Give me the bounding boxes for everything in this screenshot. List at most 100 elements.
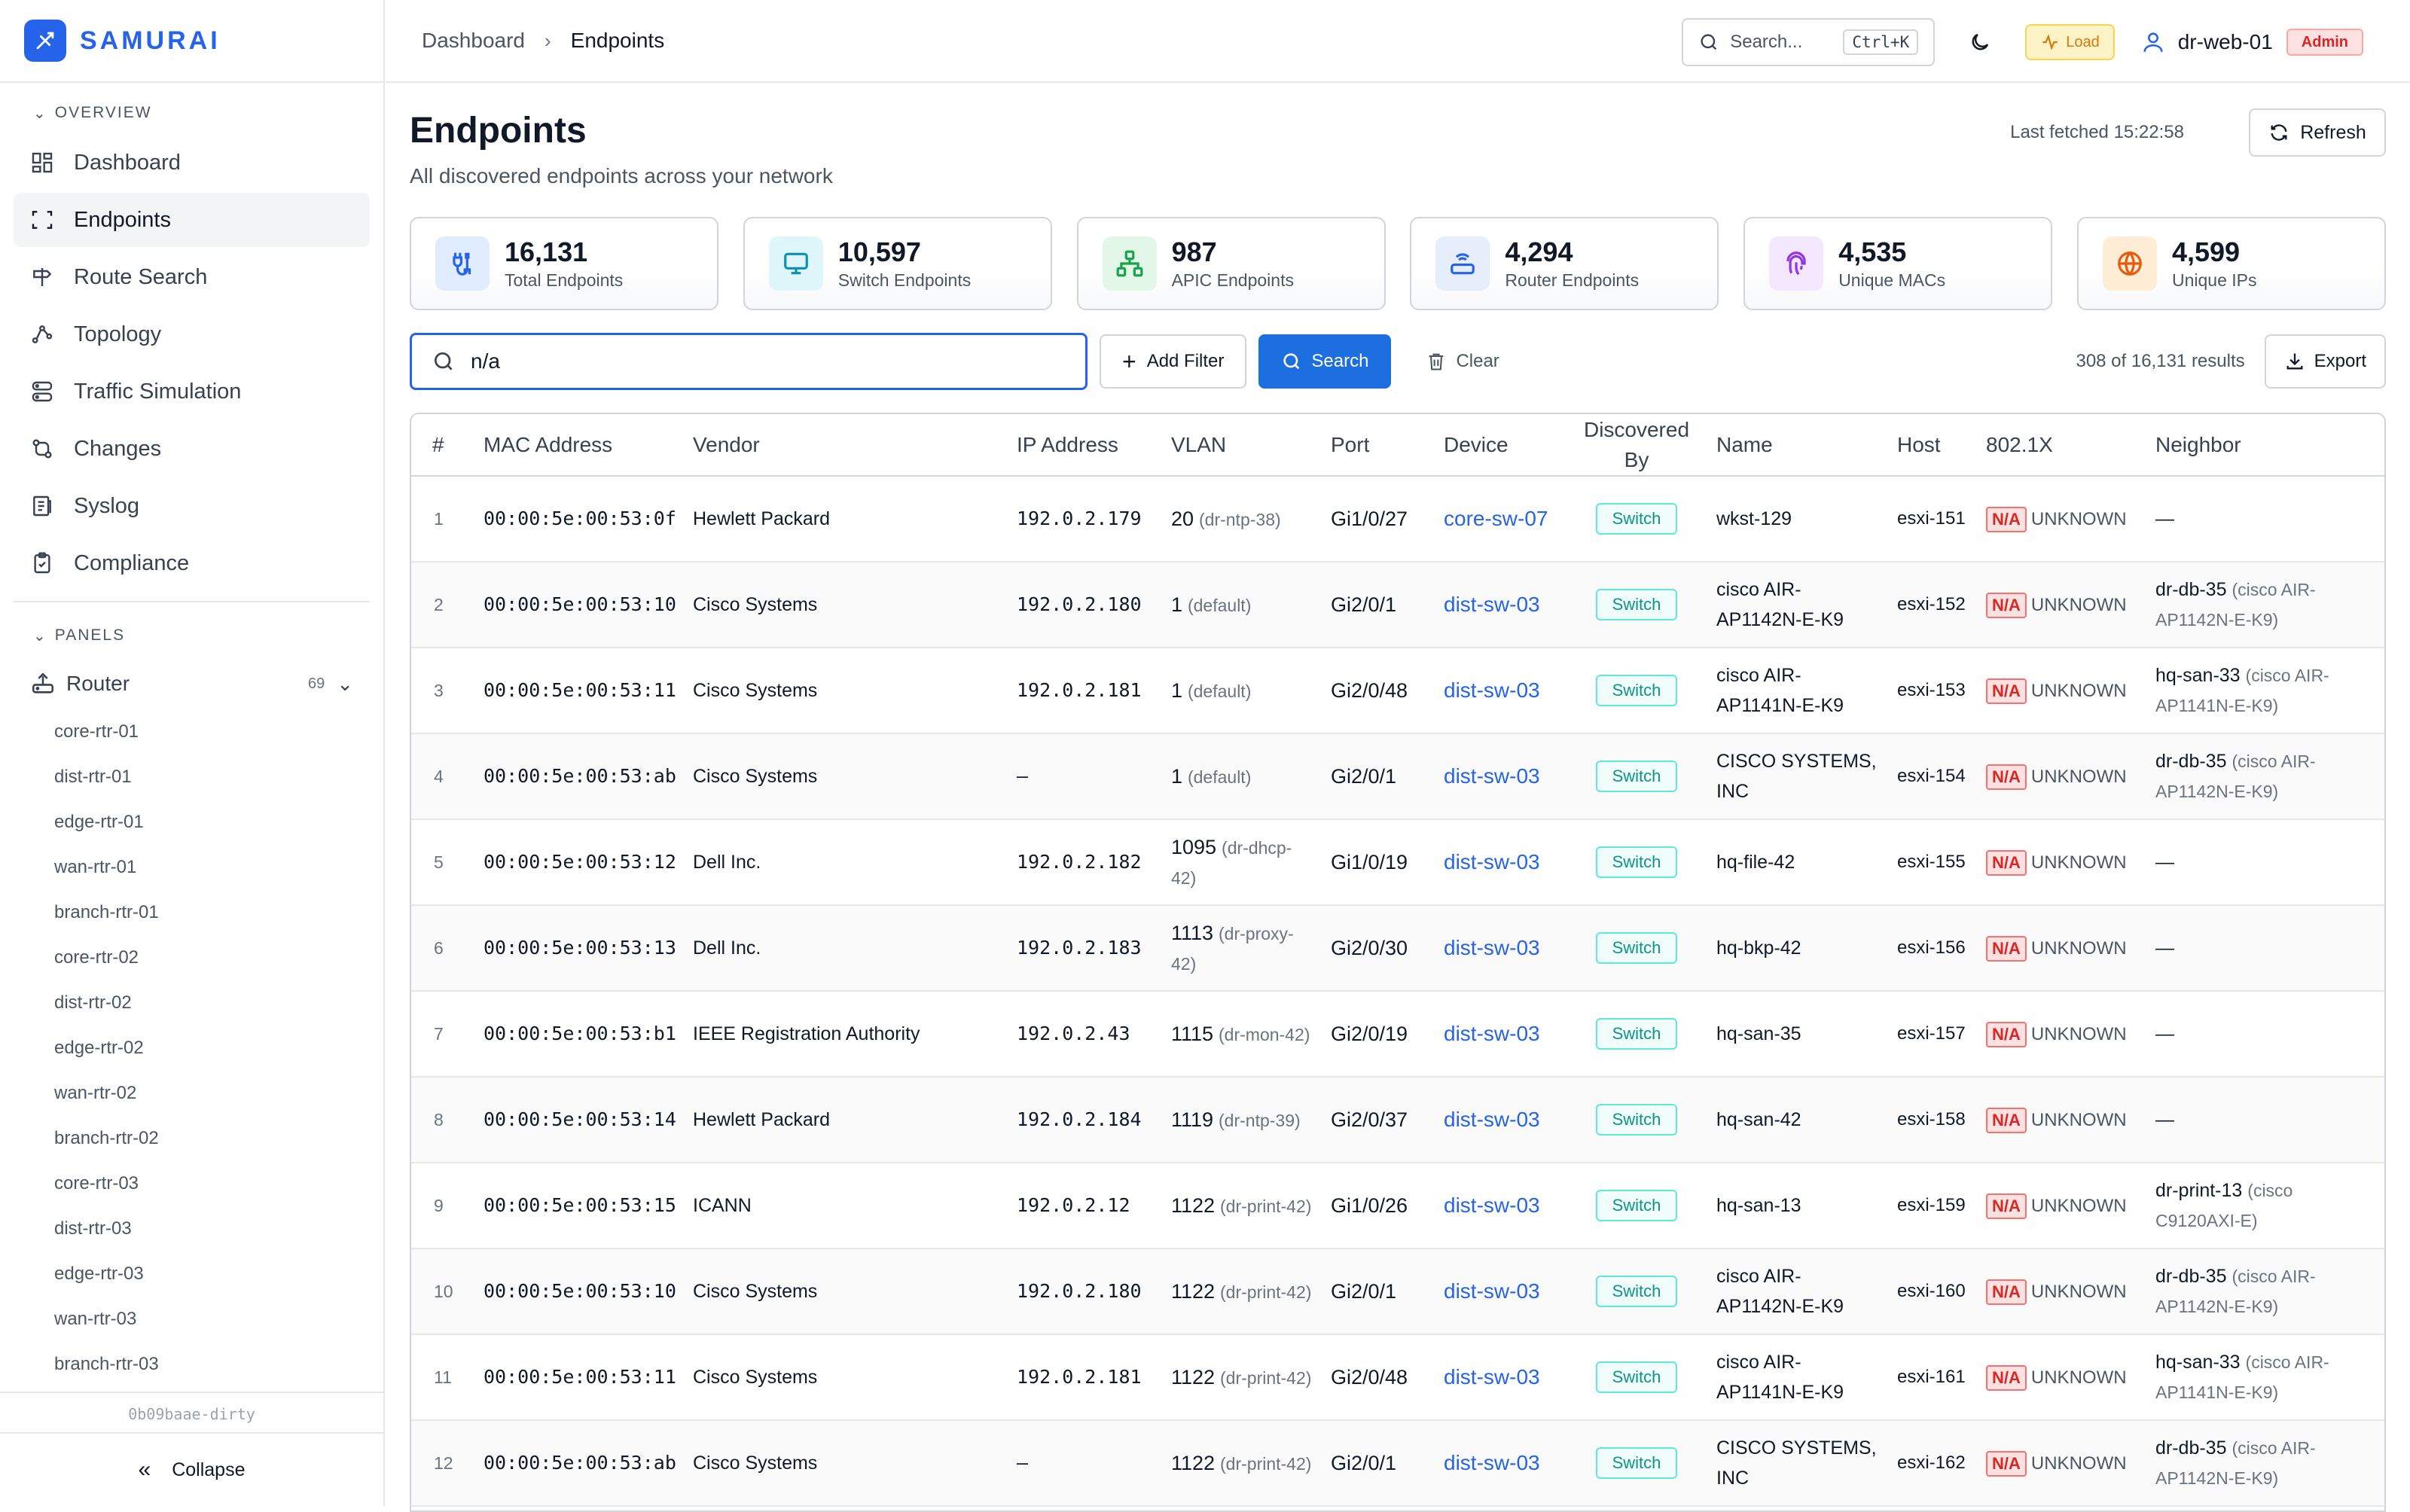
brand[interactable]: SAMURAI <box>0 0 383 83</box>
sidebar-router-item[interactable]: dist-rtr-01 <box>0 754 383 800</box>
table-row[interactable]: 7 00:00:5e:00:53:b1 IEEE Registration Auth… <box>411 991 2384 1078</box>
column-header[interactable]: VLAN <box>1164 414 1323 477</box>
vlan-cell: 1119 (dr-ntp-39) <box>1164 1077 1323 1163</box>
column-header[interactable]: Discovered By <box>1564 414 1709 477</box>
refresh-button[interactable]: Refresh <box>2249 108 2386 157</box>
device-link[interactable]: dist-sw-03 <box>1444 1022 1540 1045</box>
table-row[interactable]: 10 00:00:5e:00:53:10 Cisco Systems 192.0.2.… <box>411 1248 2384 1335</box>
collapse-button[interactable]: « Collapse <box>0 1434 383 1506</box>
sidebar-router-item[interactable]: dist-rtr-02 <box>0 980 383 1026</box>
stat-label: Unique MACs <box>1838 270 1946 290</box>
sidebar-item-route-search[interactable]: Route Search <box>14 250 370 304</box>
column-header[interactable]: Host <box>1890 414 1978 477</box>
device-link[interactable]: dist-sw-03 <box>1444 678 1540 702</box>
row-index: 10 <box>411 1248 476 1335</box>
column-header[interactable]: Device <box>1436 414 1564 477</box>
mac-address: 00:00:5e:00:53:10 <box>476 562 685 648</box>
table-row[interactable]: 5 00:00:5e:00:53:12 Dell Inc. 192.0.2.182 10… <box>411 819 2384 906</box>
sidebar-router-item[interactable]: edge-rtr-02 <box>0 1026 383 1071</box>
query-field[interactable] <box>410 333 1088 390</box>
sidebar-item-topology[interactable]: Topology <box>14 307 370 361</box>
sidebar-item-traffic-simulation[interactable]: Traffic Simulation <box>14 364 370 419</box>
router-panel-toggle[interactable]: Router 69 ⌄ <box>0 658 383 709</box>
device-link[interactable]: dist-sw-03 <box>1444 850 1540 873</box>
sidebar-router-item[interactable]: edge-rtr-03 <box>0 1251 383 1297</box>
table-row[interactable]: 3 00:00:5e:00:53:11 Cisco Systems 192.0.2.1… <box>411 648 2384 734</box>
device-cell: dist-sw-03 <box>1436 819 1564 906</box>
device-link[interactable]: dist-sw-03 <box>1444 764 1540 788</box>
search-button[interactable]: Search <box>1258 334 1392 389</box>
clear-button[interactable]: Clear <box>1403 334 1522 389</box>
load-button[interactable]: Load <box>2025 24 2115 60</box>
sidebar-item-changes[interactable]: Changes <box>14 422 370 476</box>
host-name[interactable]: dr-web-01 <box>2178 30 2273 54</box>
column-header[interactable]: # <box>411 414 476 477</box>
table-row[interactable]: 12 00:00:5e:00:53:ab Cisco Systems —1122 (d… <box>411 1420 2384 1507</box>
sidebar-item-syslog[interactable]: Syslog <box>14 479 370 533</box>
column-header[interactable]: 802.1X <box>1978 414 2148 477</box>
sidebar-router-item[interactable]: branch-rtr-01 <box>0 890 383 935</box>
dot1x-state: UNKNOWN <box>2030 594 2127 615</box>
neighbor-cell: — <box>2148 476 2384 562</box>
column-header[interactable]: Name <box>1709 414 1890 477</box>
sidebar-router-item[interactable]: core-rtr-03 <box>0 1161 383 1206</box>
table-row[interactable]: 4 00:00:5e:00:53:ab Cisco Systems —1 (defau… <box>411 733 2384 820</box>
overview-section-header[interactable]: ⌄ OVERVIEW <box>0 90 383 136</box>
sidebar-router-item[interactable]: wan-rtr-01 <box>0 845 383 890</box>
vendor: Hewlett Packard <box>685 1077 1009 1163</box>
sidebar-router-item[interactable]: wan-rtr-02 <box>0 1071 383 1116</box>
stat-value: 16,131 <box>505 236 588 267</box>
sidebar-item-endpoints[interactable]: Endpoints <box>14 193 370 247</box>
add-filter-button[interactable]: + Add Filter <box>1100 334 1247 389</box>
table-row[interactable]: 8 00:00:5e:00:53:14 Hewlett Packard 192.0.2… <box>411 1077 2384 1163</box>
vlan-id: 1095 <box>1171 835 1217 858</box>
table-row[interactable]: 2 00:00:5e:00:53:10 Cisco Systems 192.0.2.1… <box>411 562 2384 648</box>
table-row[interactable]: 6 00:00:5e:00:53:13 Dell Inc. 192.0.2.183 11… <box>411 905 2384 992</box>
sidebar-item-dashboard[interactable]: Dashboard <box>14 136 370 190</box>
device-link[interactable]: dist-sw-03 <box>1444 1193 1540 1217</box>
vlan-cell: 1122 (dr-print-42) <box>1164 1334 1323 1421</box>
column-header[interactable]: Neighbor <box>2148 414 2384 477</box>
sidebar-router-item[interactable]: dist-rtr-03 <box>0 1206 383 1251</box>
load-label: Load <box>2066 33 2100 50</box>
user-icon[interactable] <box>2140 29 2166 55</box>
port: Gi1/0/26 <box>1323 1163 1436 1249</box>
query-input[interactable] <box>471 349 1058 373</box>
sidebar-router-item[interactable]: branch-rtr-02 <box>0 1116 383 1161</box>
sidebar-router-item[interactable]: branch-rtr-03 <box>0 1342 383 1387</box>
export-button[interactable]: Export <box>2264 334 2386 389</box>
device-link[interactable]: dist-sw-03 <box>1444 1365 1540 1389</box>
device-link[interactable]: dist-sw-03 <box>1444 1108 1540 1131</box>
table-row[interactable]: 9 00:00:5e:00:53:15 ICANN 192.0.2.12 1122 (d… <box>411 1163 2384 1249</box>
panels-section-header[interactable]: ⌄ PANELS <box>0 613 383 658</box>
global-search[interactable]: Search... Ctrl+K <box>1682 18 1936 66</box>
table-row[interactable]: 1 00:00:5e:00:53:0f Hewlett Packard 192.0.2… <box>411 476 2384 562</box>
sidebar-router-item[interactable]: core-rtr-01 <box>0 709 383 754</box>
router-icon <box>1451 253 1475 275</box>
device-link[interactable]: dist-sw-03 <box>1444 936 1540 959</box>
column-header[interactable]: Vendor <box>685 414 1009 477</box>
device-link[interactable]: dist-sw-03 <box>1444 1451 1540 1474</box>
column-header[interactable]: IP Address <box>1009 414 1164 477</box>
device-cell: dist-sw-03 <box>1436 1248 1564 1335</box>
chevron-down-icon: ⌄ <box>33 105 47 122</box>
device-link[interactable]: dist-sw-03 <box>1444 1279 1540 1303</box>
endpoint-name: hq-san-13 <box>1709 1163 1890 1249</box>
device-link[interactable]: core-sw-07 <box>1444 507 1548 530</box>
column-header[interactable]: MAC Address <box>476 414 685 477</box>
column-header[interactable]: Port <box>1323 414 1436 477</box>
sidebar-router-item[interactable]: core-rtr-02 <box>0 935 383 980</box>
sidebar-router-item[interactable]: edge-rtr-01 <box>0 800 383 845</box>
sidebar-item-compliance[interactable]: Compliance <box>14 536 370 590</box>
theme-toggle[interactable] <box>1965 27 1995 57</box>
stat-label: Router Endpoints <box>1505 270 1640 290</box>
table-row[interactable]: 11 00:00:5e:00:53:11 Cisco Systems 192.0.2.… <box>411 1334 2384 1421</box>
breadcrumb-dashboard[interactable]: Dashboard <box>422 29 525 53</box>
mac-address: 00:00:5e:00:53:11 <box>476 1334 685 1421</box>
vlan-name: (dr-print-42) <box>1220 1453 1312 1474</box>
device-link[interactable]: dist-sw-03 <box>1444 593 1540 616</box>
dot1x-cell: N/A UNKNOWN <box>1978 1077 2148 1163</box>
sidebar-router-item[interactable]: wan-rtr-03 <box>0 1297 383 1342</box>
chevron-down-icon: ⌄ <box>337 672 353 695</box>
neighbor-name: dr-db-35 <box>2155 1266 2227 1287</box>
